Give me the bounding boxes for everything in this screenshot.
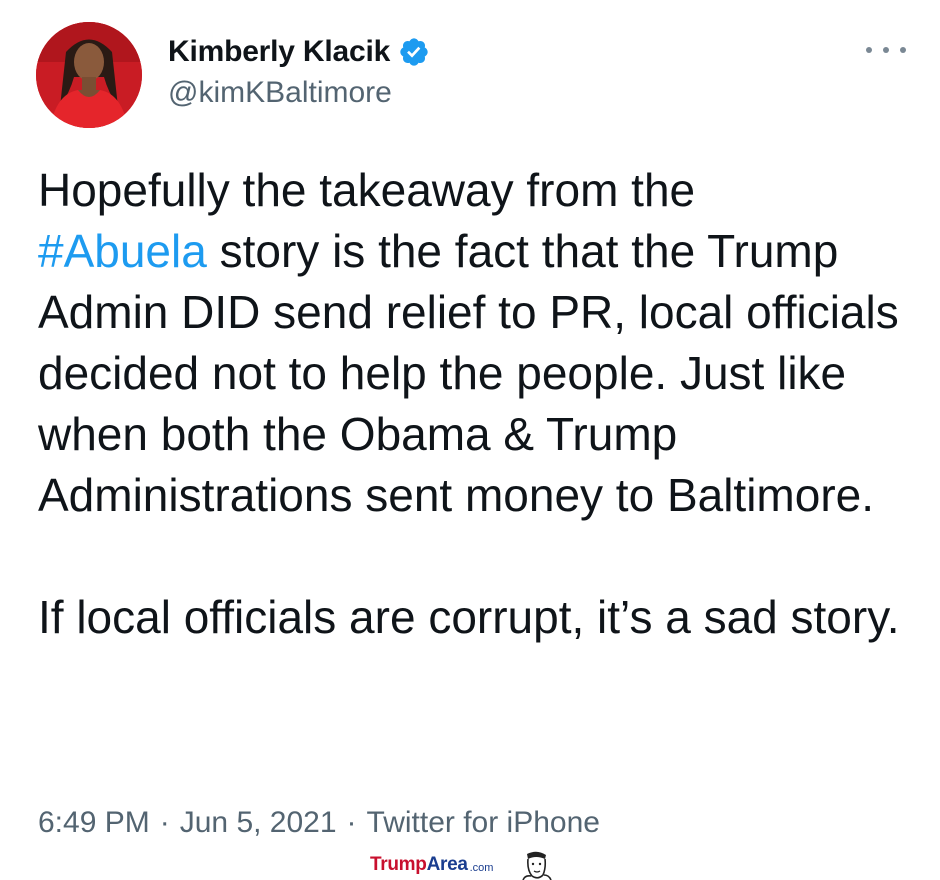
tweet-paragraph-1: Hopefully the takeaway from the #Abuela s… bbox=[38, 160, 918, 526]
tweet-date[interactable]: Jun 5, 2021 bbox=[180, 806, 337, 839]
verified-badge-icon bbox=[400, 38, 428, 66]
watermark-face-icon bbox=[522, 851, 553, 880]
avatar[interactable] bbox=[36, 22, 142, 128]
profile-photo-image bbox=[36, 22, 142, 128]
tweet-source[interactable]: Twitter for iPhone bbox=[367, 806, 600, 839]
separator: · bbox=[159, 806, 170, 839]
watermark-brand-suffix: .com bbox=[469, 861, 494, 874]
tweet-metadata: 6:49 PM · Jun 5, 2021 · Twitter for iPhone bbox=[38, 806, 600, 840]
tweet-time[interactable]: 6:49 PM bbox=[38, 806, 150, 839]
more-dot bbox=[883, 47, 889, 53]
display-name[interactable]: Kimberly Klacik bbox=[168, 35, 390, 69]
hashtag-link[interactable]: #Abuela bbox=[38, 225, 207, 277]
tweet-text-intro: Hopefully the takeaway from the bbox=[38, 164, 696, 216]
tweet-paragraph-2: If local officials are corrupt, it’s a s… bbox=[38, 591, 900, 643]
tweet-text: Hopefully the takeaway from the #Abuela s… bbox=[38, 160, 918, 648]
more-dot bbox=[900, 47, 906, 53]
more-options-icon[interactable] bbox=[866, 38, 906, 62]
watermark: Trump Area .com bbox=[370, 850, 555, 880]
user-name-row: Kimberly Klacik bbox=[168, 32, 430, 72]
watermark-brand-part2: Area bbox=[426, 854, 468, 875]
more-dot bbox=[866, 47, 872, 53]
watermark-brand-part1: Trump bbox=[370, 854, 427, 875]
separator: · bbox=[346, 806, 357, 839]
user-handle[interactable]: @kimKBaltimore bbox=[168, 76, 392, 110]
